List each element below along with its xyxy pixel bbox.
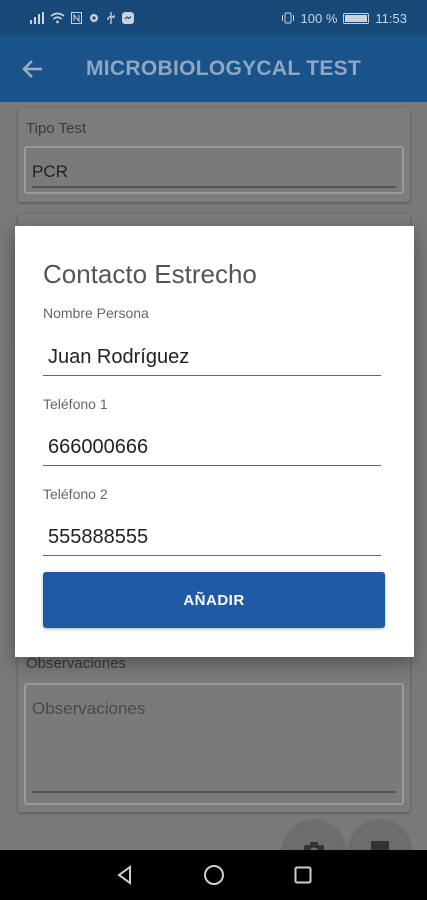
settings-icon [90,14,98,22]
nav-home-button[interactable] [194,855,234,895]
tipo-test-value: PCR [32,162,68,181]
status-icons-left [30,12,134,24]
observaciones-placeholder: Observaciones [32,699,146,718]
tipo-test-label: Tipo Test [26,120,87,137]
usb-icon [107,12,115,24]
observaciones-label: Observaciones [26,655,127,672]
field-underline [32,791,396,793]
observaciones-field[interactable]: Observaciones [24,683,404,805]
status-bar: 100 % 11:53 [0,0,427,36]
nombre-input[interactable] [43,340,381,376]
tipo-test-card: Tipo Test PCR [18,108,410,202]
app-bar: MICROBIOLOGYCAL TEST [0,36,427,102]
page-title: MICROBIOLOGYCAL TEST [86,57,362,80]
tipo-test-field[interactable]: PCR [24,146,404,194]
telefono1-label: Teléfono 1 [43,396,108,412]
arrow-back-icon [22,60,42,78]
battery-percentage: 100 % [300,10,338,26]
contacto-estrecho-dialog: Contacto Estrecho Nombre Persona Teléfon… [15,226,414,657]
telefono2-label: Teléfono 2 [43,486,108,502]
nfc-icon [71,12,82,24]
signal-icon [30,12,44,24]
messenger-icon [122,12,134,24]
status-icons-right: 100 % 11:53 [281,11,407,26]
navigation-bar [0,850,427,900]
telefono1-input[interactable] [43,430,381,466]
triangle-back-icon [116,865,131,885]
battery-icon [343,12,370,24]
nav-recents-button[interactable] [283,855,323,895]
telefono2-input[interactable] [43,520,381,556]
observaciones-card: Observaciones Observaciones [18,647,410,812]
clock: 11:53 [375,10,407,26]
nav-back-button[interactable] [105,855,145,895]
vibrate-icon [281,12,294,24]
dialog-title: Contacto Estrecho [43,259,257,289]
add-button[interactable]: AÑADIR [43,572,385,628]
square-recents-icon [294,866,311,884]
wifi-icon [50,12,65,24]
circle-home-icon [203,865,224,885]
back-button[interactable] [0,36,66,102]
field-underline [32,186,396,188]
nombre-label: Nombre Persona [43,305,149,321]
